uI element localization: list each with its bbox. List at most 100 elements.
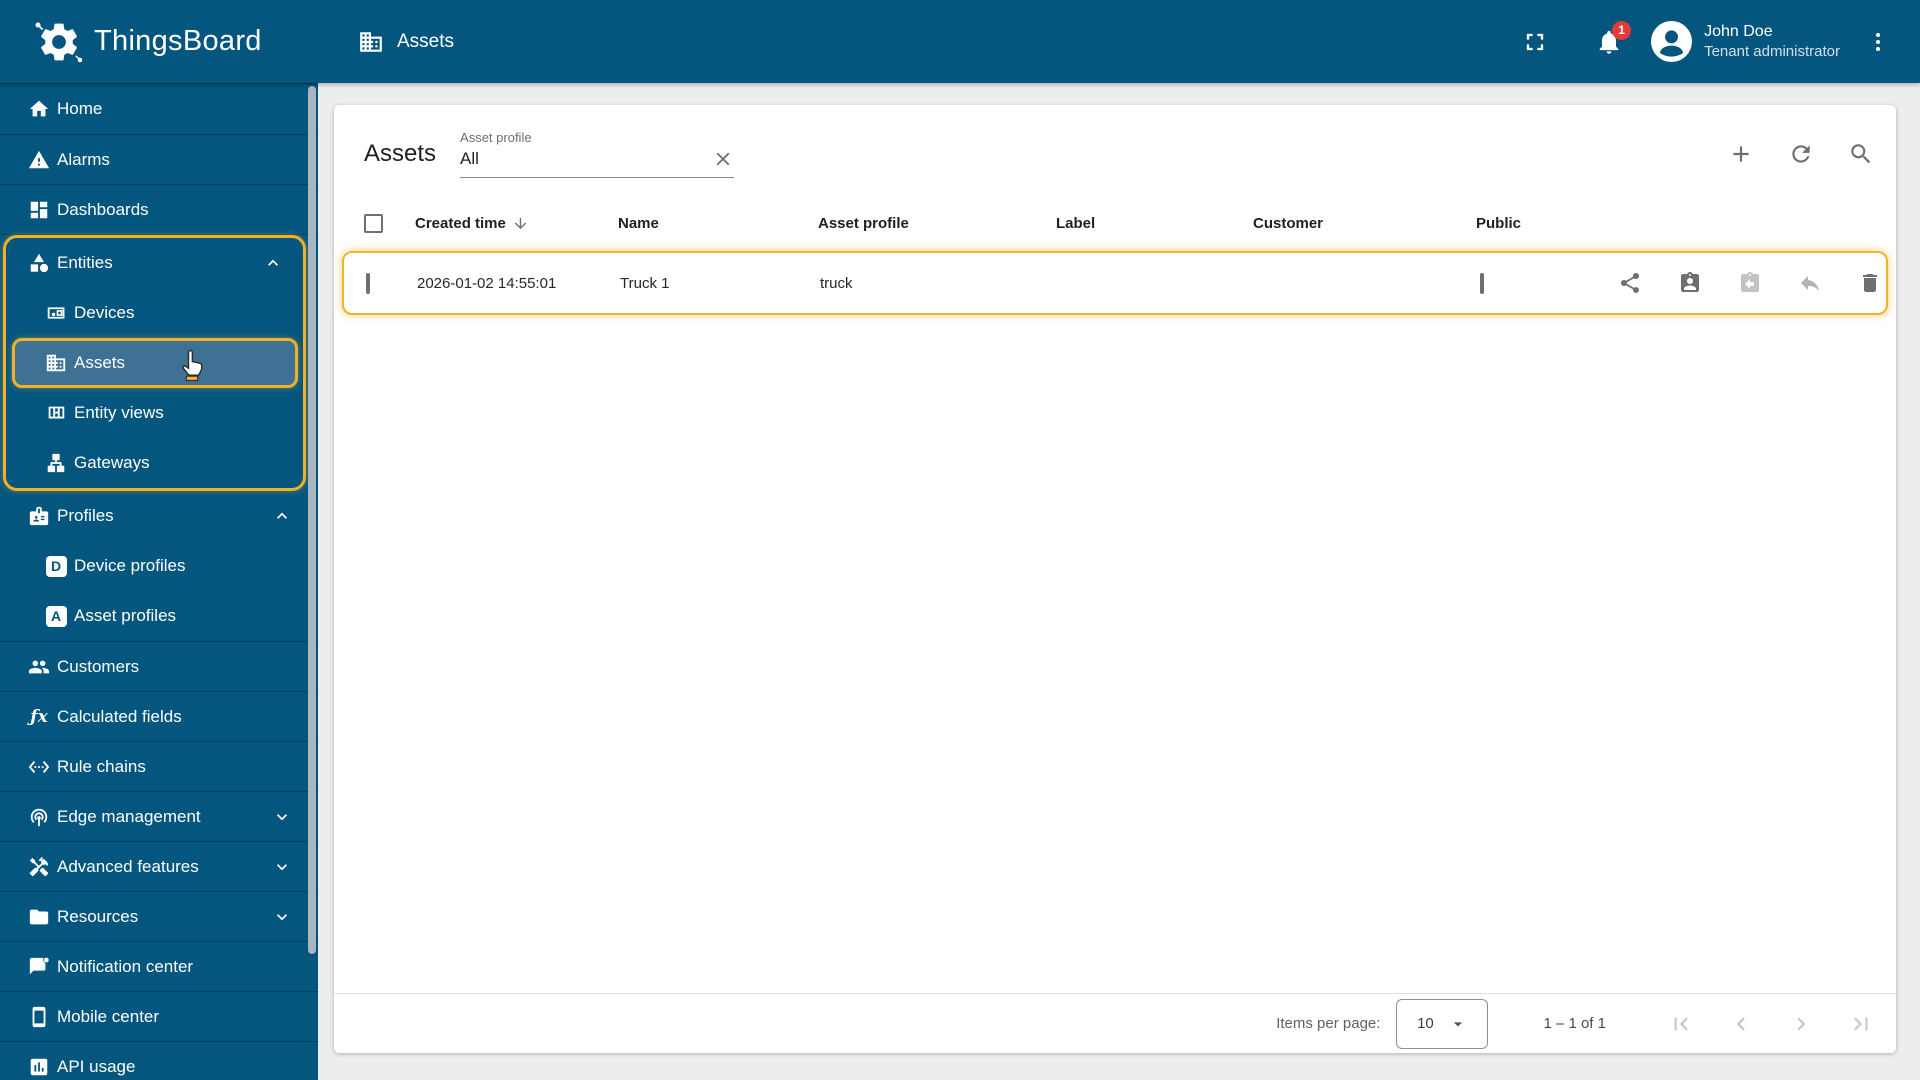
page-title-header: Assets bbox=[358, 29, 454, 55]
sidebar-item-customers[interactable]: Customers bbox=[0, 641, 318, 691]
chevron-down-icon[interactable] bbox=[272, 807, 292, 827]
sidebar-item-calculated-fields[interactable]: ƒx Calculated fields bbox=[0, 691, 318, 741]
sidebar-item-label: Assets bbox=[74, 353, 126, 372]
assign-to-customer-icon[interactable] bbox=[1678, 271, 1702, 295]
row-actions bbox=[1618, 271, 1896, 295]
sidebar-item-label: Devices bbox=[74, 303, 135, 322]
caret-down-icon bbox=[1448, 1014, 1468, 1034]
column-header-created-time[interactable]: Created time bbox=[415, 215, 618, 232]
home-icon bbox=[28, 98, 50, 120]
building-icon bbox=[45, 352, 67, 374]
sidebar-item-label: Home bbox=[57, 99, 103, 118]
column-header-asset-profile[interactable]: Asset profile bbox=[818, 215, 1056, 232]
user-info[interactable]: John Doe Tenant administrator bbox=[1704, 21, 1840, 63]
items-per-page-select[interactable]: 10 bbox=[1396, 998, 1489, 1049]
toolbar-actions bbox=[1728, 141, 1874, 167]
search-icon[interactable] bbox=[1848, 141, 1874, 167]
pagination-footer: Items per page: 10 1 – 1 of 1 bbox=[334, 993, 1896, 1053]
sidebar-item-api-usage[interactable]: API usage bbox=[0, 1041, 318, 1080]
sidebar-item-devices[interactable]: Devices bbox=[6, 288, 303, 338]
fx-icon: ƒx bbox=[30, 706, 48, 727]
table-header-row: Created time Name Asset profile Label Cu… bbox=[342, 197, 1888, 249]
last-page-icon[interactable] bbox=[1848, 1011, 1874, 1037]
notifications-bell-icon[interactable]: 1 bbox=[1595, 20, 1632, 56]
sidebar-item-entities[interactable]: Entities bbox=[6, 238, 303, 288]
column-header-public[interactable]: Public bbox=[1476, 215, 1616, 232]
column-label: Asset profile bbox=[818, 214, 909, 232]
close-icon[interactable] bbox=[712, 148, 734, 170]
column-header-name[interactable]: Name bbox=[618, 215, 818, 232]
people-icon bbox=[28, 656, 50, 678]
sidebar-item-dashboards[interactable]: Dashboards bbox=[0, 184, 318, 234]
sidebar-item-label: Rule chains bbox=[57, 756, 146, 776]
sidebar-item-alarms[interactable]: Alarms bbox=[0, 134, 318, 184]
filter-value[interactable]: All bbox=[460, 149, 712, 169]
column-label: Public bbox=[1476, 214, 1522, 232]
page-range-label: 1 – 1 of 1 bbox=[1543, 1015, 1606, 1032]
kebab-menu-icon[interactable] bbox=[1866, 29, 1890, 55]
sidebar-item-entity-views[interactable]: Entity views bbox=[6, 388, 303, 438]
folder-icon bbox=[28, 906, 50, 928]
main-content: Assets Asset profile All Created time Na… bbox=[318, 83, 1920, 1080]
make-private-icon bbox=[1798, 271, 1822, 295]
select-all-checkbox[interactable] bbox=[364, 213, 383, 233]
header-actions: 1 John Doe Tenant administrator bbox=[1521, 20, 1890, 63]
column-header-customer[interactable]: Customer bbox=[1253, 215, 1476, 232]
sidebar-item-gateways[interactable]: Gateways bbox=[6, 438, 303, 488]
asset-profile-filter[interactable]: Asset profile All bbox=[460, 130, 735, 178]
app-logo[interactable]: ThingsBoard bbox=[35, 19, 318, 65]
sidebar-item-home[interactable]: Home bbox=[0, 84, 318, 134]
view-quilt-icon bbox=[45, 402, 67, 424]
column-label: Created time bbox=[415, 214, 506, 232]
sidebar-item-label: Alarms bbox=[57, 149, 110, 169]
delete-icon[interactable] bbox=[1858, 271, 1882, 295]
tools-icon bbox=[28, 856, 50, 878]
filter-label: Asset profile bbox=[460, 130, 532, 145]
sidebar-item-label: Dashboards bbox=[57, 199, 149, 219]
sidebar-item-label: API usage bbox=[57, 1056, 136, 1076]
badge-icon bbox=[28, 505, 50, 527]
chevron-down-icon[interactable] bbox=[272, 907, 292, 927]
sidebar-item-label: Profiles bbox=[57, 506, 114, 525]
sidebar-item-label: Device profiles bbox=[74, 556, 186, 575]
sidebar-item-device-profiles[interactable]: D Device profiles bbox=[0, 541, 318, 591]
chevron-up-icon[interactable] bbox=[272, 506, 292, 526]
top-header-bar: ThingsBoard Assets 1 John Doe Tenant adm… bbox=[0, 0, 1920, 83]
add-icon[interactable] bbox=[1728, 141, 1754, 167]
sidebar-item-mobile-center[interactable]: Mobile center bbox=[0, 991, 318, 1041]
sidebar-item-resources[interactable]: Resources bbox=[0, 891, 318, 941]
chevron-down-icon[interactable] bbox=[272, 857, 292, 877]
dashboard-icon bbox=[28, 199, 50, 221]
column-header-label[interactable]: Label bbox=[1056, 215, 1253, 232]
sidebar-item-label: Customers bbox=[57, 656, 140, 676]
sidebar-item-label: Edge management bbox=[57, 806, 201, 826]
fullscreen-icon[interactable] bbox=[1521, 28, 1549, 56]
items-per-page-label: Items per page: bbox=[1276, 1015, 1381, 1032]
sidebar-item-label: Advanced features bbox=[57, 856, 199, 876]
avatar[interactable] bbox=[1651, 21, 1693, 62]
prev-page-icon[interactable] bbox=[1728, 1011, 1754, 1037]
user-name: John Doe bbox=[1704, 22, 1773, 40]
sidebar-item-assets[interactable]: Assets bbox=[12, 338, 298, 388]
sidebar-item-advanced-features[interactable]: Advanced features bbox=[0, 841, 318, 891]
chart-icon bbox=[28, 1056, 50, 1078]
sidebar-scrollbar[interactable] bbox=[308, 86, 316, 954]
table-empty-area bbox=[342, 315, 1888, 993]
sidebar-item-notification-center[interactable]: Notification center bbox=[0, 941, 318, 991]
row-checkbox[interactable] bbox=[366, 272, 370, 294]
public-checkbox[interactable] bbox=[1480, 272, 1484, 294]
next-page-icon[interactable] bbox=[1788, 1011, 1814, 1037]
sidebar-item-asset-profiles[interactable]: A Asset profiles bbox=[0, 591, 318, 641]
cell-asset-profile: truck bbox=[820, 274, 853, 292]
sidebar-item-label: Asset profiles bbox=[74, 606, 177, 625]
first-page-icon[interactable] bbox=[1668, 1011, 1694, 1037]
chevron-up-icon[interactable] bbox=[263, 253, 283, 273]
sidebar-item-profiles[interactable]: Profiles bbox=[0, 491, 318, 541]
column-label: Label bbox=[1056, 214, 1096, 232]
share-icon[interactable] bbox=[1618, 271, 1642, 295]
sidebar-item-edge-management[interactable]: Edge management bbox=[0, 791, 318, 841]
column-label: Name bbox=[618, 214, 659, 232]
sidebar-item-rule-chains[interactable]: Rule chains bbox=[0, 741, 318, 791]
refresh-icon[interactable] bbox=[1788, 141, 1814, 167]
table-row[interactable]: 2026-01-02 14:55:01 Truck 1 truck bbox=[342, 251, 1888, 315]
